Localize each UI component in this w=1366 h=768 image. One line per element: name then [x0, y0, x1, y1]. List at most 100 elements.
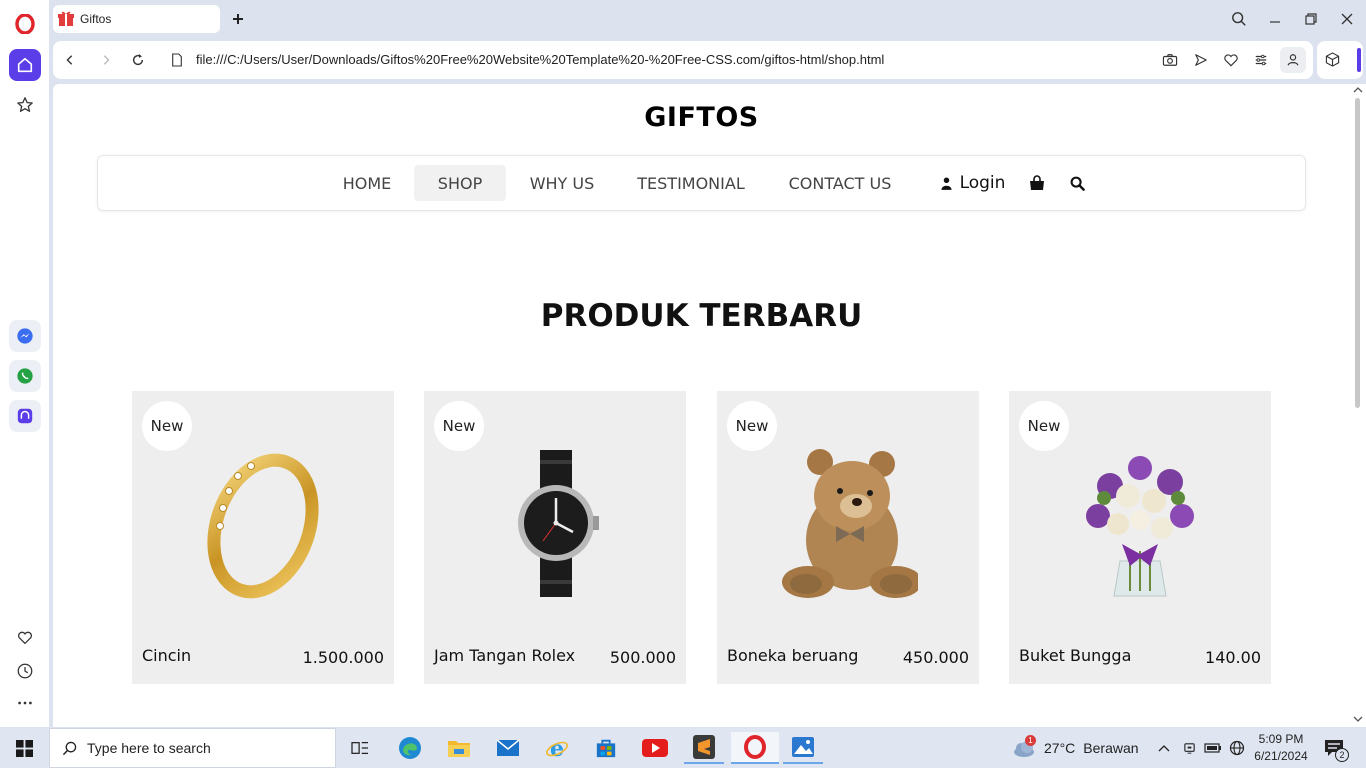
edge-browser-icon[interactable]	[390, 732, 430, 764]
weather-alert-badge: 1	[1025, 735, 1036, 746]
teddy-bear-image	[782, 449, 918, 598]
new-badge: New	[142, 401, 192, 451]
task-view-icon[interactable]	[340, 732, 380, 764]
scroll-up-icon[interactable]	[1353, 86, 1363, 94]
address-toolbar: file:///C:/Users/User/Downloads/Giftos%2…	[53, 41, 1313, 79]
mail-icon[interactable]	[488, 732, 528, 764]
heart-icon[interactable]	[9, 622, 41, 654]
page-viewport: GIFTOS HOME SHOP WHY US TESTIMONIAL CONT…	[53, 84, 1350, 727]
user-icon	[941, 177, 952, 190]
bookmark-heart-icon[interactable]	[1222, 51, 1240, 69]
product-card[interactable]: New Boneka beruang 450.000	[717, 391, 979, 684]
cloudy-weather-icon: 1	[1012, 735, 1036, 759]
product-card[interactable]: New Cincin 1.500.000	[132, 391, 394, 684]
windows-start-icon[interactable]	[4, 732, 44, 764]
login-link[interactable]: Login	[938, 165, 1008, 201]
tab-strip: Giftos	[49, 0, 1366, 38]
section-heading: PRODUK TERBARU	[540, 298, 863, 334]
nav-why-us[interactable]: WHY US	[522, 165, 602, 201]
notification-count: 2	[1335, 748, 1349, 762]
product-price: 500.000	[609, 648, 676, 667]
nav-contact-us[interactable]: CONTACT US	[782, 165, 898, 201]
weather-temp: 27°C	[1044, 740, 1076, 756]
scroll-thumb[interactable]	[1355, 98, 1360, 408]
forward-icon[interactable]	[97, 51, 115, 69]
microsoft-store-icon[interactable]	[586, 732, 626, 764]
close-icon[interactable]	[1337, 9, 1357, 29]
new-badge: New	[1019, 401, 1069, 451]
opera-sidebar	[0, 0, 49, 727]
search-icon[interactable]	[1066, 165, 1088, 201]
product-name: Jam Tangan Rolex	[434, 646, 576, 665]
cube-icon	[1325, 52, 1340, 67]
star-icon[interactable]	[9, 89, 41, 121]
product-card[interactable]: New Jam Tangan Rolex 500.000	[424, 391, 686, 684]
globe-network-icon[interactable]	[1227, 732, 1247, 764]
new-badge: New	[727, 401, 777, 451]
youtube-icon[interactable]	[635, 732, 675, 764]
nav-shop[interactable]: SHOP	[414, 165, 506, 201]
whatsapp-icon[interactable]	[9, 360, 41, 392]
product-price: 450.000	[902, 648, 969, 667]
flower-bouquet-image	[1086, 456, 1194, 597]
main-navigation: HOME SHOP WHY US TESTIMONIAL CONTACT US …	[97, 155, 1306, 211]
battery-icon[interactable]	[1202, 732, 1224, 764]
scroll-down-icon[interactable]	[1353, 715, 1363, 723]
clock-date: 6/21/2024	[1254, 749, 1308, 763]
site-brand[interactable]: GIFTOS	[53, 102, 1350, 133]
camera-icon[interactable]	[1161, 51, 1179, 69]
file-icon	[168, 51, 186, 69]
history-icon[interactable]	[9, 655, 41, 687]
chevron-up-icon[interactable]	[1154, 732, 1174, 764]
reload-icon[interactable]	[129, 51, 147, 69]
taskbar-search-input[interactable]: Type here to search	[49, 728, 336, 768]
internet-explorer-icon[interactable]: e	[537, 732, 577, 764]
sublime-text-icon[interactable]	[684, 732, 724, 764]
product-card[interactable]: New Buket Bungga 140.00	[1009, 391, 1271, 684]
url-field[interactable]: file:///C:/Users/User/Downloads/Giftos%2…	[196, 52, 884, 67]
weather-widget[interactable]: 1 27°C Berawan	[1012, 728, 1139, 768]
minimize-icon[interactable]	[1265, 9, 1285, 29]
flow-send-icon[interactable]	[1192, 51, 1210, 69]
purple-indicator	[1357, 48, 1361, 72]
login-label: Login	[959, 173, 1006, 193]
messenger-icon[interactable]	[9, 320, 41, 352]
product-price: 1.500.000	[302, 648, 384, 667]
notification-center-icon[interactable]: 2	[1316, 732, 1352, 764]
opera-browser-icon[interactable]	[731, 732, 779, 764]
svg-text:e: e	[550, 736, 564, 760]
device-icon[interactable]	[1179, 732, 1199, 764]
clock-time: 5:09 PM	[1258, 732, 1304, 746]
extensions-button[interactable]	[1317, 41, 1363, 79]
product-name: Buket Bungga	[1019, 646, 1132, 665]
back-icon[interactable]	[61, 51, 79, 69]
new-tab-plus-icon[interactable]	[227, 8, 249, 30]
product-name: Boneka beruang	[727, 646, 859, 665]
home-icon[interactable]	[9, 49, 41, 81]
gift-icon	[57, 10, 75, 28]
taskbar-clock[interactable]: 5:09 PM 6/21/2024	[1252, 731, 1310, 765]
new-badge: New	[434, 401, 484, 451]
opera-logo-icon[interactable]	[9, 8, 41, 40]
shopping-bag-icon[interactable]	[1026, 165, 1048, 201]
nav-testimonial[interactable]: TESTIMONIAL	[633, 165, 749, 201]
search-placeholder: Type here to search	[87, 740, 211, 756]
nav-home[interactable]: HOME	[332, 165, 402, 201]
easy-setup-icon[interactable]	[1252, 51, 1270, 69]
search-icon	[62, 741, 77, 756]
ring-image	[207, 453, 319, 599]
page-scrollbar[interactable]	[1350, 84, 1366, 727]
profile-icon[interactable]	[1280, 47, 1306, 73]
tab-search-icon[interactable]	[1229, 9, 1249, 29]
photos-icon[interactable]	[783, 732, 823, 764]
product-name: Cincin	[142, 646, 192, 665]
weather-desc: Berawan	[1083, 740, 1139, 756]
music-player-icon[interactable]	[9, 400, 41, 432]
tab-giftos[interactable]: Giftos	[53, 5, 220, 33]
product-price: 140.00	[1205, 648, 1261, 667]
windows-taskbar: Type here to search e 1 27°C Berawan 5:0…	[0, 728, 1366, 768]
more-icon[interactable]	[9, 687, 41, 719]
file-explorer-icon[interactable]	[439, 732, 479, 764]
restore-icon[interactable]	[1301, 9, 1321, 29]
tab-title: Giftos	[80, 12, 112, 26]
